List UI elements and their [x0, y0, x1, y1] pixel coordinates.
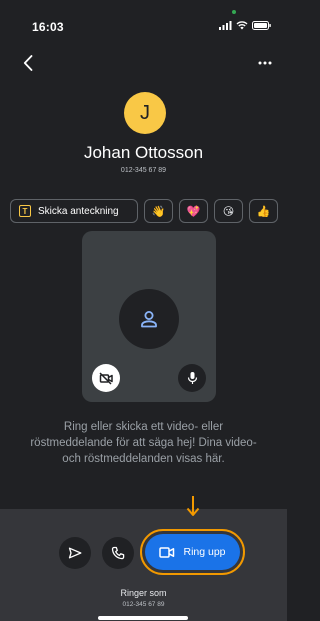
microphone-icon — [187, 372, 197, 384]
status-time: 16:03 — [32, 20, 64, 34]
contact-number: 012-345 67 89 — [120, 167, 167, 174]
status-bar: 16:03 — [0, 0, 287, 44]
send-message-button[interactable] — [59, 537, 91, 569]
arrow-down-icon — [186, 496, 200, 516]
wifi-icon — [236, 21, 248, 30]
calling-as-number: 012-345 67 89 — [122, 601, 165, 608]
reaction-thumbs-up-button[interactable]: 👍 — [249, 199, 278, 223]
more-horizontal-icon — [258, 61, 272, 65]
status-icons — [219, 21, 271, 30]
person-placeholder — [119, 289, 179, 349]
voice-call-button[interactable] — [102, 537, 134, 569]
home-indicator — [98, 616, 188, 620]
send-icon — [68, 547, 82, 559]
send-note-button[interactable]: T Skicka anteckning — [10, 199, 138, 223]
camera-indicator-dot — [232, 10, 236, 14]
phone-icon — [111, 546, 125, 560]
avatar: J — [124, 92, 166, 134]
signal-icon — [219, 21, 232, 30]
reaction-kiss-button[interactable]: 😘 — [214, 199, 243, 223]
send-note-label: Skicka anteckning — [38, 205, 119, 217]
videocam-off-icon — [98, 371, 113, 385]
self-view-preview — [82, 231, 216, 402]
camera-toggle-button[interactable] — [92, 364, 120, 392]
contact-name: Johan Ottosson — [83, 143, 204, 162]
video-call-label: Ring upp — [183, 546, 226, 558]
person-icon — [141, 311, 157, 328]
more-options-button[interactable] — [257, 55, 273, 71]
battery-icon — [252, 21, 271, 30]
text-note-icon: T — [19, 205, 31, 217]
reaction-heart-button[interactable]: 💖 — [179, 199, 208, 223]
empty-state-message: Ring eller skicka ett video- eller röstm… — [30, 421, 257, 465]
calling-as-label: Ringer som — [120, 588, 167, 598]
screen: 16:03 J Johan Ottosson 012-345 67 89 T S… — [0, 0, 287, 621]
chevron-left-icon — [23, 55, 33, 71]
videocam-icon — [159, 546, 175, 558]
video-call-button[interactable]: Ring upp — [145, 534, 240, 570]
reaction-wave-button[interactable]: 👋 — [144, 199, 173, 223]
back-button[interactable] — [18, 53, 38, 73]
microphone-toggle-button[interactable] — [178, 364, 206, 392]
quick-actions-row: T Skicka anteckning 👋 💖 😘 👍 — [10, 199, 278, 223]
